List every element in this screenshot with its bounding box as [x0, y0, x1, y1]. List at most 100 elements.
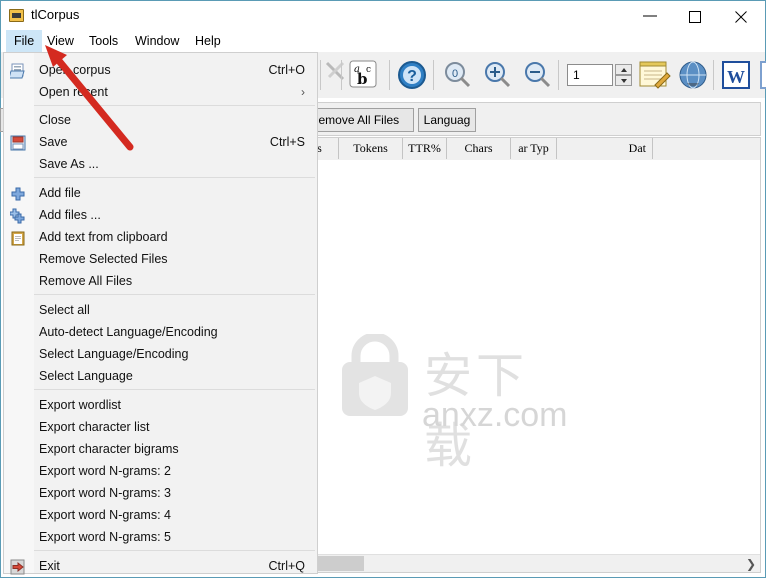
spinner-up-button[interactable] [615, 64, 632, 75]
toolbar-browser-button[interactable] [677, 59, 709, 91]
menu-separator-3 [34, 294, 315, 295]
menu-open-corpus[interactable]: Open corpus Ctrl+O [4, 60, 317, 81]
toolbar-zoom-out-button[interactable] [522, 59, 554, 91]
menu-add-files[interactable]: Add files ... [4, 205, 317, 226]
zoom-reset-icon: 0 [445, 62, 471, 88]
menu-close-label: Close [39, 113, 71, 127]
menu-export-word-ngrams-2-label: Export word N-grams: 2 [39, 464, 171, 478]
menu-export-word-ngrams-2[interactable]: Export word N-grams: 2 [4, 461, 317, 482]
menu-save-as-label: Save As ... [39, 157, 99, 171]
menubar-item-help[interactable]: Help [187, 30, 229, 52]
menu-select-all-label: Select all [39, 303, 90, 317]
menu-select-language[interactable]: Select Language [4, 366, 317, 387]
menu-add-file[interactable]: Add file [4, 183, 317, 204]
application-window: tlCorpus File View Tools Window Help a c… [0, 0, 766, 578]
notepad-icon [639, 61, 671, 89]
open-folder-icon [10, 63, 25, 79]
plus-multi-icon [10, 208, 25, 224]
menubar-item-view[interactable]: View [39, 30, 82, 52]
menu-add-text-from-clipboard[interactable]: Add text from clipboard [4, 227, 317, 248]
toolbar-zoom-reset-button[interactable]: 0 [442, 59, 474, 91]
menu-open-corpus-accel: Ctrl+O [268, 63, 305, 77]
toolbar-word-export-button[interactable]: W [720, 59, 752, 91]
menu-exit[interactable]: Exit Ctrl+Q [4, 556, 317, 577]
minimize-icon [643, 15, 657, 17]
exit-icon [10, 559, 25, 575]
menu-auto-detect-language-encoding[interactable]: Auto-detect Language/Encoding [4, 322, 317, 343]
svg-text:b: b [357, 70, 368, 88]
scroll-right-arrow-icon[interactable]: ❯ [746, 557, 756, 571]
column-header-tokens[interactable]: Tokens [339, 138, 403, 159]
svg-text:?: ? [407, 68, 417, 85]
zoom-in-icon [485, 62, 511, 88]
spinner-down-button[interactable] [615, 75, 632, 86]
help-icon: ? [398, 61, 426, 89]
menu-add-files-label: Add files ... [39, 208, 101, 222]
column-header-ttr[interactable]: TTR% [403, 138, 447, 159]
menu-save[interactable]: Save Ctrl+S [4, 132, 317, 153]
menu-remove-all-files-label: Remove All Files [39, 274, 133, 288]
svg-text:W: W [727, 67, 745, 87]
toolbar-help-button[interactable]: ? [396, 59, 428, 91]
column-header-chars[interactable]: Chars [447, 138, 511, 159]
menu-separator-4 [34, 389, 315, 390]
menu-export-word-ngrams-4[interactable]: Export word N-grams: 4 [4, 505, 317, 526]
title-bar: tlCorpus [1, 1, 765, 31]
menu-select-language-label: Select Language [39, 369, 133, 383]
menu-add-file-label: Add file [39, 186, 81, 200]
maximize-icon [689, 11, 701, 23]
menu-select-language-encoding[interactable]: Select Language/Encoding [4, 344, 317, 365]
menu-export-word-ngrams-3[interactable]: Export word N-grams: 3 [4, 483, 317, 504]
menu-export-wordlist[interactable]: Export wordlist [4, 395, 317, 416]
menubar-item-window[interactable]: Window [127, 30, 187, 52]
globe-icon [679, 61, 707, 89]
menu-close[interactable]: Close [4, 110, 317, 131]
menu-exit-label: Exit [39, 559, 60, 573]
menu-export-word-ngrams-5[interactable]: Export word N-grams: 5 [4, 527, 317, 548]
menu-export-character-list-label: Export character list [39, 420, 150, 434]
chevron-right-icon: › [301, 85, 305, 99]
toolbar-zoom-in-button[interactable] [482, 59, 514, 91]
menu-export-character-bigrams-label: Export character bigrams [39, 442, 179, 456]
language-button[interactable]: Languag [418, 108, 476, 132]
svg-text:0: 0 [452, 68, 458, 80]
menu-remove-all-files[interactable]: Remove All Files [4, 271, 317, 292]
file-menu-dropdown: Open corpus Ctrl+O Open recent › Close S… [3, 52, 318, 577]
menu-separator-1 [34, 105, 315, 106]
page-spinner-value: 1 [573, 68, 580, 82]
page-spinner-input[interactable]: 1 [567, 64, 613, 86]
page-spinner-arrows[interactable] [615, 64, 632, 86]
menu-add-text-from-clipboard-label: Add text from clipboard [39, 230, 168, 244]
abc-icon: a c b [349, 60, 377, 88]
plus-icon [11, 187, 25, 201]
menu-export-character-bigrams[interactable]: Export character bigrams [4, 439, 317, 460]
menu-remove-selected-files[interactable]: Remove Selected Files [4, 249, 317, 270]
menu-save-as[interactable]: Save As ... [4, 154, 317, 175]
toolbar-word-export-button-2[interactable] [758, 59, 766, 91]
word-icon-2 [760, 61, 766, 89]
word-icon: W [722, 61, 750, 89]
menu-save-accel: Ctrl+S [269, 135, 305, 149]
menu-separator-2 [34, 177, 315, 178]
menu-export-word-ngrams-5-label: Export word N-grams: 5 [39, 530, 171, 544]
maximize-button[interactable] [674, 1, 720, 31]
column-header-date[interactable]: Dat [557, 138, 653, 159]
close-button[interactable] [720, 1, 766, 31]
menu-export-word-ngrams-3-label: Export word N-grams: 3 [39, 486, 171, 500]
menu-auto-detect-language-encoding-label: Auto-detect Language/Encoding [39, 325, 218, 339]
menu-select-language-encoding-label: Select Language/Encoding [39, 347, 189, 361]
menu-export-wordlist-label: Export wordlist [39, 398, 121, 412]
minimize-button[interactable] [628, 1, 674, 31]
menu-export-character-list[interactable]: Export character list [4, 417, 317, 438]
menubar-item-file[interactable]: File [6, 30, 43, 52]
menu-select-all[interactable]: Select all [4, 300, 317, 321]
toolbar-wordlist-button[interactable]: a c b [346, 59, 380, 91]
column-header-char-types[interactable]: ar Typ [511, 138, 557, 159]
window-title: tlCorpus [31, 7, 80, 22]
menu-open-corpus-label: Open corpus [39, 63, 111, 77]
toolbar-notepad-button[interactable] [637, 59, 673, 91]
menu-remove-selected-files-label: Remove Selected Files [39, 252, 168, 266]
app-icon [9, 9, 24, 22]
menubar-item-tools[interactable]: Tools [81, 30, 126, 52]
menu-open-recent[interactable]: Open recent › [4, 82, 317, 103]
